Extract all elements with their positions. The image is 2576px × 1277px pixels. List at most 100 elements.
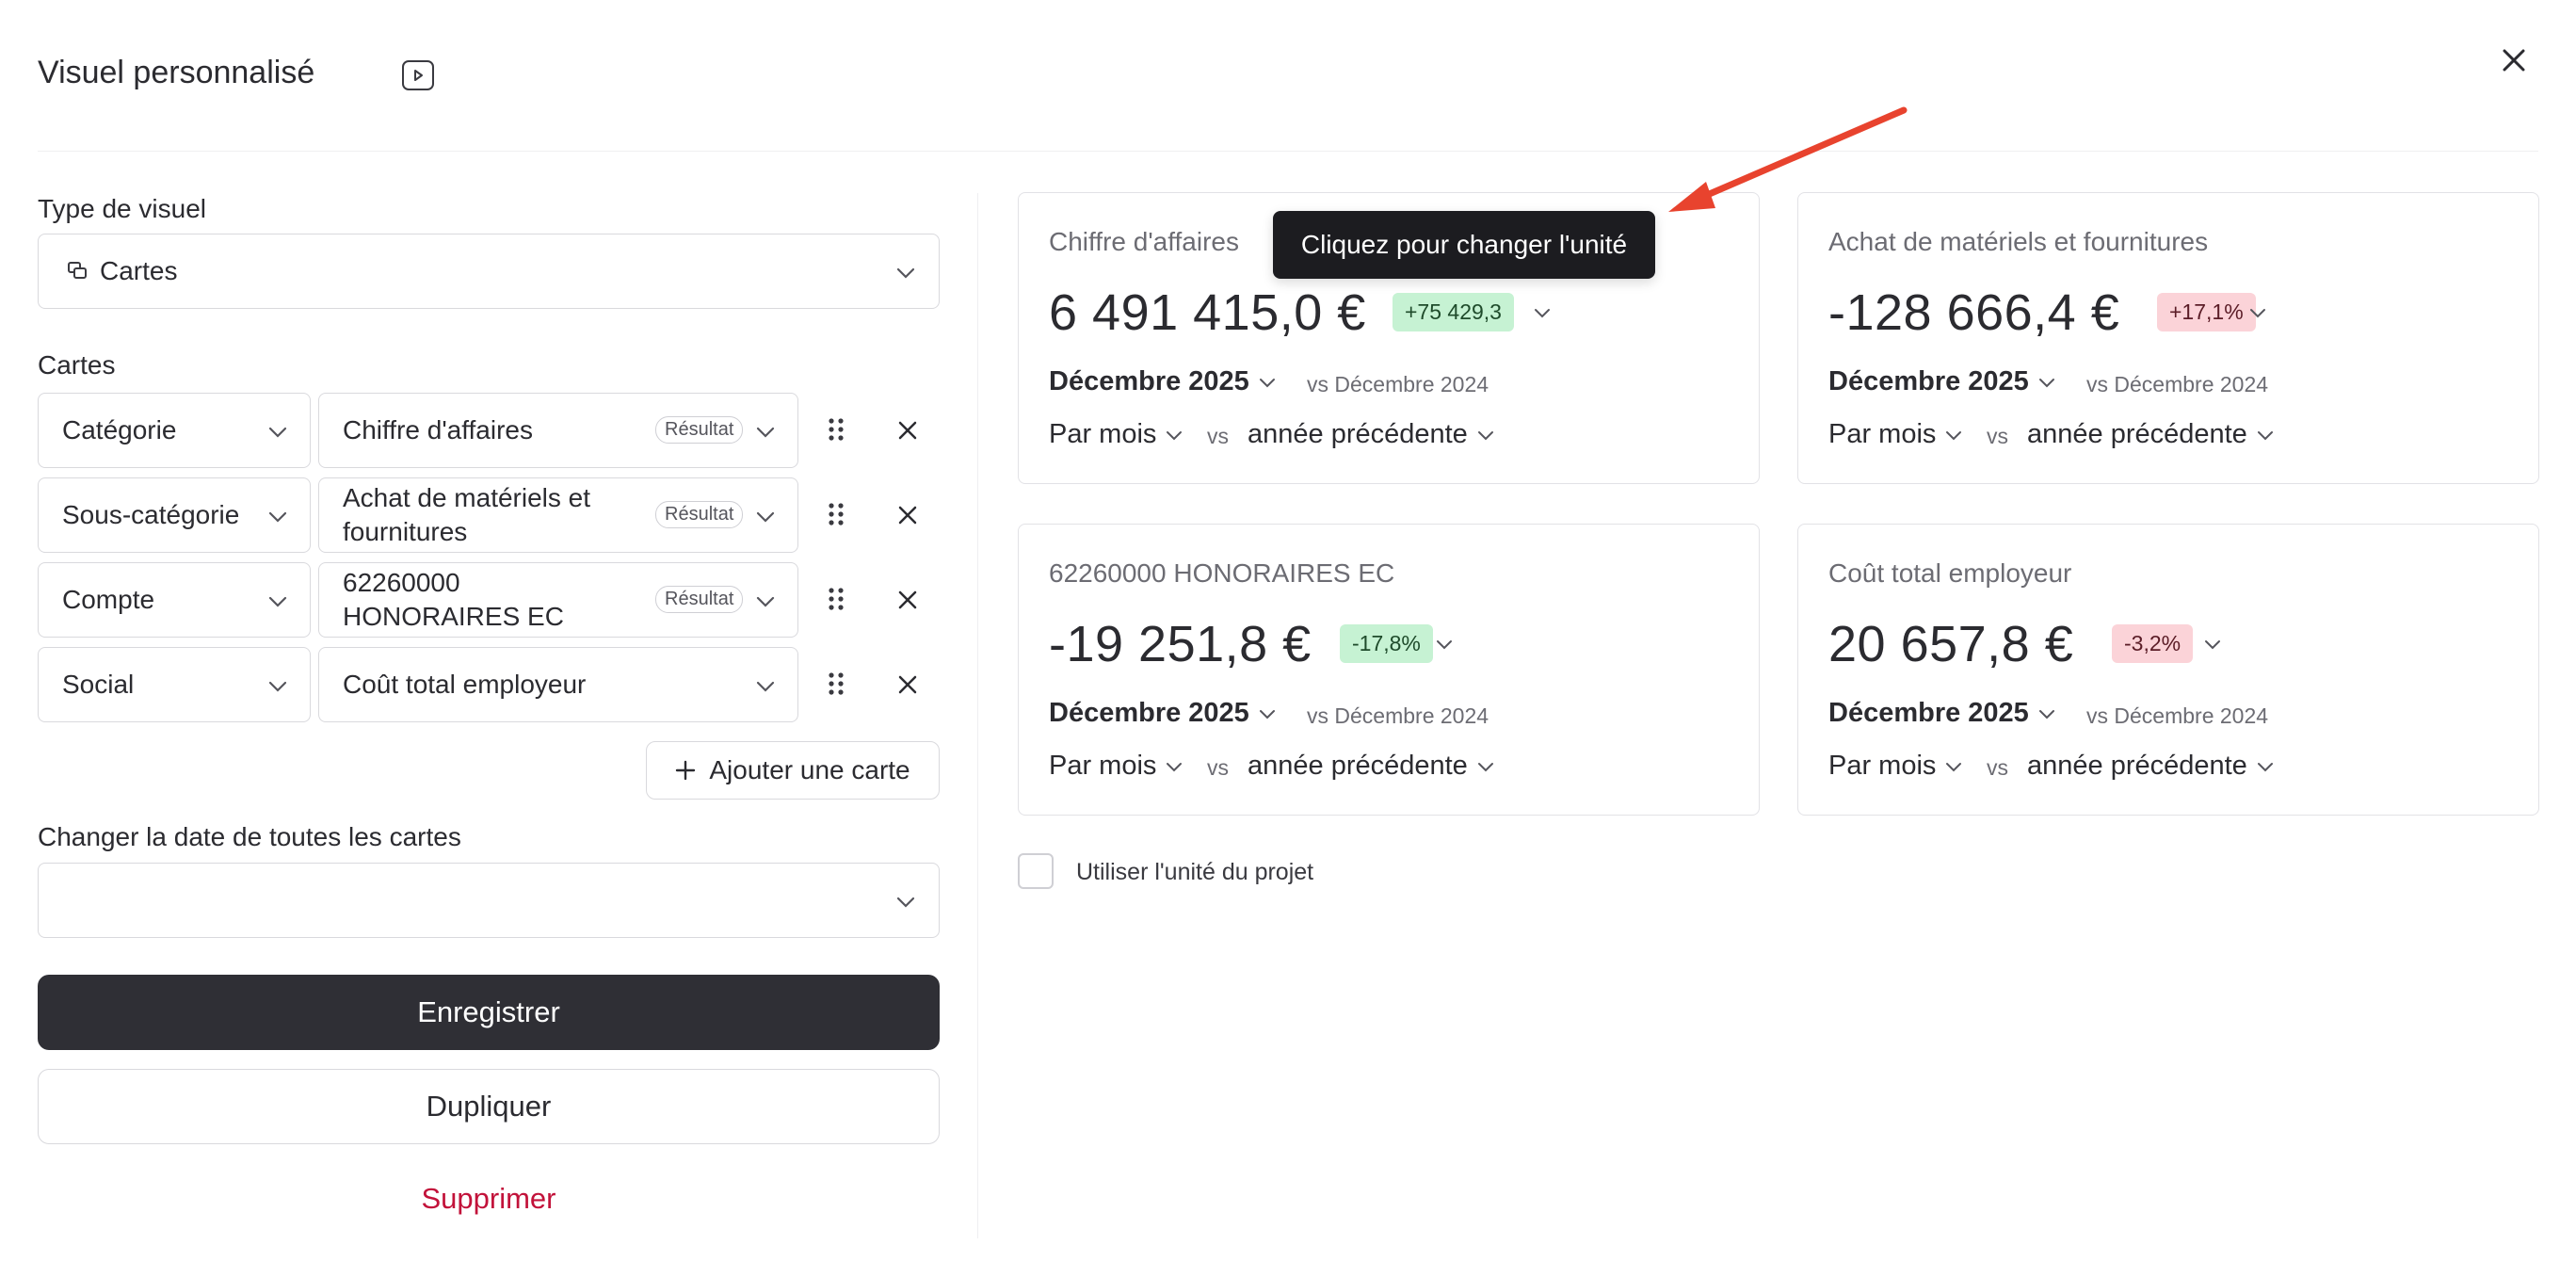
- chevron-down-icon: [756, 681, 775, 692]
- chevron-down-icon: [2257, 762, 2273, 772]
- period-select[interactable]: Décembre 2025: [1049, 698, 1276, 729]
- row-type-value: Sous-catégorie: [62, 500, 240, 529]
- chevron-down-icon: [756, 427, 775, 438]
- remove-row-icon[interactable]: [896, 589, 919, 611]
- chevron-down-icon: [2257, 430, 2273, 441]
- play-tutorial-button[interactable]: [402, 60, 434, 90]
- comparison-value: année précédente: [2027, 751, 2247, 781]
- chevron-down-icon: [1167, 430, 1183, 441]
- frequency-value: Par mois: [1049, 419, 1157, 449]
- row-item-select[interactable]: 62260000 HONORAIRES EC Résultat: [318, 562, 798, 638]
- row-item-value: Chiffre d'affaires: [343, 415, 533, 445]
- frequency-select[interactable]: Par mois: [1049, 751, 1183, 782]
- row-type-select[interactable]: Catégorie: [38, 393, 311, 468]
- remove-row-icon[interactable]: [896, 419, 919, 442]
- delta-badge[interactable]: -17,8%: [1340, 624, 1433, 663]
- chevron-down-icon: [268, 596, 287, 607]
- remove-row-icon[interactable]: [896, 504, 919, 526]
- kpi-card: Coût total employeur 20 657,8 € -3,2% Dé…: [1797, 524, 2539, 816]
- comparison-select[interactable]: année précédente: [1248, 751, 1494, 782]
- drag-handle-icon[interactable]: [828, 416, 845, 443]
- panel-divider: [977, 193, 978, 1238]
- remove-row-icon[interactable]: [896, 673, 919, 696]
- delta-badge[interactable]: -3,2%: [2112, 624, 2194, 663]
- comparison-select[interactable]: année précédente: [2027, 419, 2274, 450]
- add-card-label: Ajouter une carte: [709, 755, 910, 784]
- frequency-value: Par mois: [1828, 751, 1937, 781]
- cards-label: Cartes: [38, 350, 116, 380]
- period-select[interactable]: Décembre 2025: [1828, 698, 2055, 729]
- chevron-down-icon: [1259, 709, 1275, 719]
- chevron-down-icon: [1477, 430, 1493, 441]
- card-title: Achat de matériels et fournitures: [1828, 227, 2209, 256]
- row-type-select[interactable]: Sous-catégorie: [38, 477, 311, 553]
- vs-label: vs: [1987, 424, 2008, 448]
- chevron-down-icon: [2038, 378, 2054, 388]
- kpi-card: Achat de matériels et fournitures -128 6…: [1797, 192, 2539, 484]
- visual-type-label: Type de visuel: [38, 194, 206, 223]
- add-card-button[interactable]: Ajouter une carte: [646, 741, 940, 800]
- comparison-value: année précédente: [1248, 751, 1468, 781]
- row-type-select[interactable]: Compte: [38, 562, 311, 638]
- comparison-select[interactable]: année précédente: [2027, 751, 2274, 782]
- chevron-down-icon[interactable]: [1534, 308, 1551, 318]
- chevron-down-icon: [896, 267, 915, 279]
- chevron-down-icon: [1946, 430, 1962, 441]
- row-item-select[interactable]: Achat de matériels et fournitures Résult…: [318, 477, 798, 553]
- frequency-select[interactable]: Par mois: [1828, 751, 1962, 782]
- chevron-down-icon: [1167, 762, 1183, 772]
- row-item-select[interactable]: Coût total employeur: [318, 647, 798, 722]
- comparison-value: année précédente: [2027, 419, 2247, 449]
- drag-handle-icon[interactable]: [828, 501, 845, 527]
- chevron-down-icon[interactable]: [1436, 639, 1453, 650]
- visual-type-value: Cartes: [100, 256, 178, 285]
- kpi-card: 62260000 HONORAIRES EC -19 251,8 € -17,8…: [1018, 524, 1760, 816]
- modal-title: Visuel personnalisé: [38, 55, 315, 90]
- change-date-select[interactable]: [38, 863, 940, 938]
- chevron-down-icon: [1259, 378, 1275, 388]
- row-type-value: Social: [62, 670, 135, 699]
- card-value: 6 491 415,0 €: [1049, 284, 1366, 341]
- comparison-period: vs Décembre 2024: [1307, 372, 1489, 396]
- period-select[interactable]: Décembre 2025: [1049, 366, 1276, 397]
- drag-handle-icon[interactable]: [828, 586, 845, 612]
- frequency-select[interactable]: Par mois: [1049, 419, 1183, 450]
- row-type-value: Catégorie: [62, 415, 177, 445]
- chevron-down-icon[interactable]: [2249, 308, 2266, 318]
- unit-tooltip: Cliquez pour changer l'unité: [1273, 211, 1655, 279]
- comparison-value: année précédente: [1248, 419, 1468, 449]
- chevron-down-icon[interactable]: [2204, 639, 2221, 650]
- row-item-value: Achat de matériels et: [343, 483, 591, 512]
- period-value: Décembre 2025: [1828, 366, 2029, 396]
- frequency-value: Par mois: [1049, 751, 1157, 781]
- delete-button[interactable]: Supprimer: [38, 1182, 940, 1216]
- annotation-arrow: [1668, 106, 1908, 212]
- card-title: Coût total employeur: [1828, 558, 2072, 588]
- header-divider: [38, 151, 2538, 152]
- row-item-select[interactable]: Chiffre d'affaires Résultat: [318, 393, 798, 468]
- save-button[interactable]: Enregistrer: [38, 975, 940, 1050]
- delta-badge[interactable]: +17,1%: [2157, 293, 2256, 331]
- card-value: 20 657,8 €: [1828, 616, 2074, 672]
- period-select[interactable]: Décembre 2025: [1828, 366, 2055, 397]
- chevron-down-icon: [268, 427, 287, 438]
- comparison-select[interactable]: année précédente: [1248, 419, 1494, 450]
- project-unit-checkbox[interactable]: [1018, 853, 1054, 889]
- chevron-down-icon: [896, 897, 915, 908]
- chevron-down-icon: [756, 511, 775, 523]
- result-badge: Résultat: [655, 501, 744, 528]
- row-type-select[interactable]: Social: [38, 647, 311, 722]
- delta-badge[interactable]: +75 429,3: [1393, 293, 1514, 331]
- change-date-label: Changer la date de toutes les cartes: [38, 822, 461, 851]
- drag-handle-icon[interactable]: [828, 671, 845, 697]
- close-icon[interactable]: [2499, 45, 2529, 75]
- frequency-select[interactable]: Par mois: [1828, 419, 1962, 450]
- row-item-value: 62260000: [343, 568, 460, 597]
- duplicate-button[interactable]: Dupliquer: [38, 1069, 940, 1144]
- period-value: Décembre 2025: [1828, 698, 2029, 728]
- result-badge: Résultat: [655, 586, 744, 613]
- visual-type-select[interactable]: Cartes: [38, 234, 940, 309]
- comparison-period: vs Décembre 2024: [2086, 703, 2269, 728]
- result-badge: Résultat: [655, 416, 744, 444]
- chevron-down-icon: [2038, 709, 2054, 719]
